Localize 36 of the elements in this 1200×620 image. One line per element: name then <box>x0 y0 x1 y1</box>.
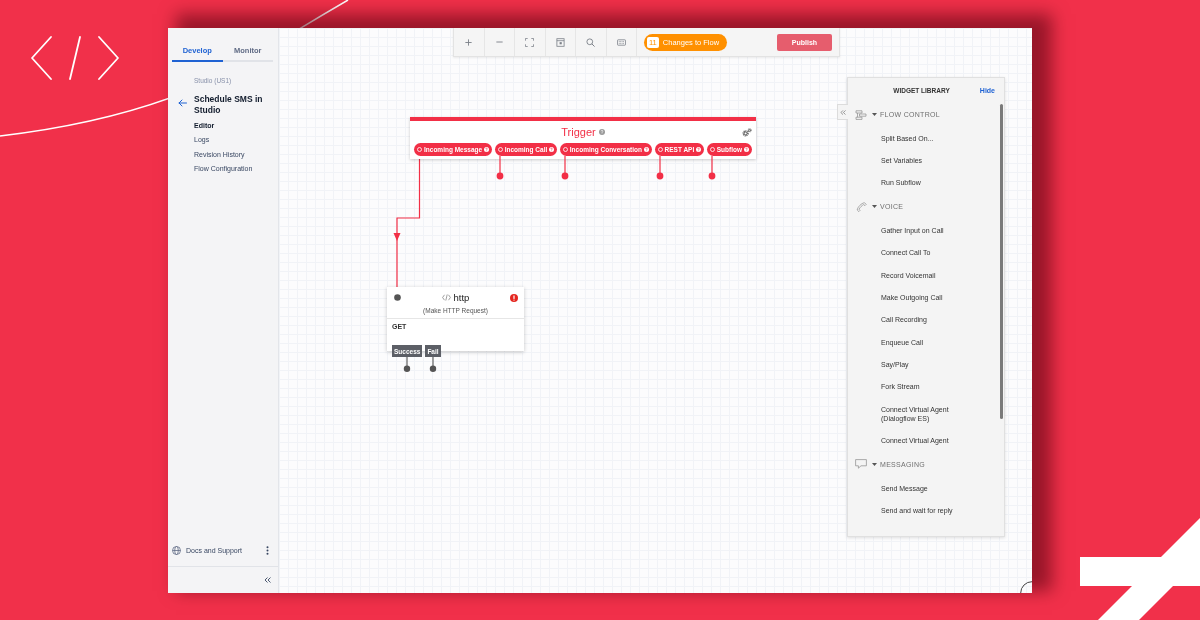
ring-icon <box>657 147 663 152</box>
help-icon[interactable] <box>598 129 605 135</box>
keyboard-icon <box>616 37 626 47</box>
arc-icon <box>1020 581 1032 593</box>
connector-line <box>403 357 412 372</box>
double-chevron-left-icon[interactable] <box>264 577 271 583</box>
search-icon <box>586 37 596 47</box>
sliders-icon <box>855 109 867 120</box>
connector-line <box>429 357 437 372</box>
help-icon[interactable] <box>696 147 702 152</box>
ring-icon <box>709 147 715 152</box>
settings-icon[interactable] <box>742 127 753 137</box>
chat-bubble-icon <box>855 459 867 470</box>
more-icon[interactable] <box>266 545 269 555</box>
minus-icon <box>494 41 504 43</box>
ring-icon <box>497 147 503 152</box>
widget-title: http <box>453 292 470 303</box>
globe-icon <box>172 545 181 555</box>
help-icon[interactable] <box>484 147 490 152</box>
code-icon <box>29 35 121 81</box>
input-dot-icon <box>393 294 401 301</box>
phone-icon <box>855 201 867 212</box>
double-chevron-left-icon <box>840 109 846 115</box>
ring-icon <box>562 147 568 152</box>
widget-title: Trigger <box>561 126 596 138</box>
help-icon[interactable] <box>744 147 750 152</box>
scrollbar-thumb[interactable] <box>999 104 1003 419</box>
code-icon <box>441 294 451 301</box>
back-arrow-icon[interactable] <box>178 99 187 107</box>
plus-icon <box>464 37 474 47</box>
help-icon[interactable] <box>644 147 649 152</box>
flow-title: Schedule SMS in Studio <box>194 94 264 116</box>
ring-icon <box>417 147 422 152</box>
calendar-icon <box>555 37 565 47</box>
help-icon[interactable] <box>549 147 555 152</box>
fullscreen-icon <box>525 37 535 47</box>
